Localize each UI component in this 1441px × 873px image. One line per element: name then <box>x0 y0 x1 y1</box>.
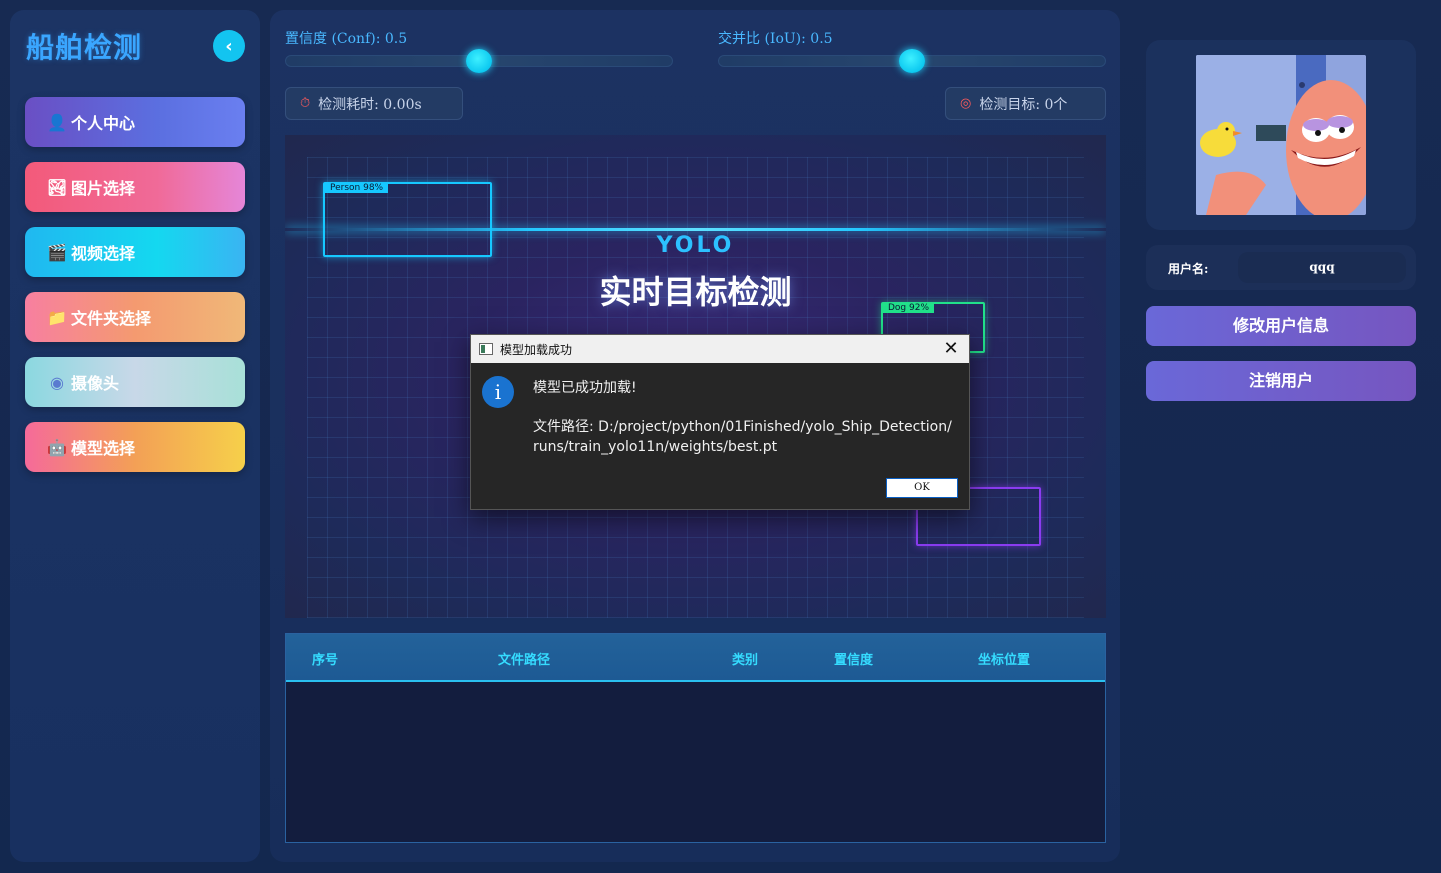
username-value: qqq <box>1238 252 1406 283</box>
image-icon: 🏞 <box>47 177 68 197</box>
nav-model-select-button[interactable]: 🤖 模型选择 <box>25 422 245 472</box>
dialog-titlebar: 模型加载成功 <box>471 335 969 363</box>
robot-icon: 🤖 <box>47 437 67 457</box>
detect-time-box: ⏱ 检测耗时: 0.00s <box>285 87 463 120</box>
folder-icon: 📁 <box>47 307 67 327</box>
iou-slider-thumb[interactable] <box>899 49 925 73</box>
file-path-line-1: 文件路径: D:/project/python/01Finished/yolo_… <box>533 419 952 435</box>
results-table: 序号 文件路径 类别 置信度 坐标位置 <box>285 633 1106 843</box>
nav-folder-select-button[interactable]: 📁 文件夹选择 <box>25 292 245 342</box>
conf-slider-thumb[interactable] <box>466 49 492 73</box>
dialog-title: 模型加载成功 <box>500 342 573 357</box>
nav-label: 个人中心 <box>71 114 136 133</box>
chevron-left-icon: ‹ <box>225 35 233 57</box>
detect-targets-text: 检测目标: 0个 <box>979 96 1068 113</box>
iou-label: 交并比 (IoU): 0.5 <box>718 31 833 47</box>
avatar-card <box>1146 40 1416 230</box>
dialog-message: 模型已成功加载! <box>533 380 637 396</box>
model-loaded-dialog: 模型加载成功 ✕ i 模型已成功加载! 文件路径: D:/project/pyt… <box>470 334 970 510</box>
app-window-icon <box>479 343 493 355</box>
table-header: 序号 文件路径 类别 置信度 坐标位置 <box>286 634 1105 682</box>
nav-label: 摄像头 <box>71 374 120 393</box>
nav-video-select-button[interactable]: 🎬 视频选择 <box>25 227 245 277</box>
column-header: 序号 <box>312 653 339 668</box>
nav-image-select-button[interactable]: 🏞 图片选择 <box>25 162 245 212</box>
edit-user-info-button[interactable]: 修改用户信息 <box>1146 306 1416 346</box>
logout-button[interactable]: 注销用户 <box>1146 361 1416 401</box>
column-header: 类别 <box>732 653 759 668</box>
dialog-file-path: 文件路径: D:/project/python/01Finished/yolo_… <box>533 417 953 457</box>
detection-box-person: Person 98% <box>323 182 492 257</box>
nav-label: 文件夹选择 <box>71 309 152 328</box>
avatar[interactable] <box>1196 55 1366 215</box>
nav-camera-button[interactable]: ◉ 摄像头 <box>25 357 245 407</box>
user-info-card: 用户名: qqq <box>1146 245 1416 290</box>
user-icon: 👤 <box>47 112 67 132</box>
ok-button[interactable]: OK <box>886 478 958 498</box>
username-label: 用户名: <box>1168 262 1209 276</box>
nav-personal-center-button[interactable]: 👤 个人中心 <box>25 97 245 147</box>
avatar-image <box>1196 55 1366 215</box>
file-path-line-2: runs/train_yolo11n/weights/best.pt <box>533 439 778 455</box>
stopwatch-icon: ⏱ <box>300 96 311 111</box>
target-icon: ◎ <box>960 96 972 111</box>
clapper-icon: 🎬 <box>47 242 67 262</box>
detect-time-text: 检测耗时: 0.00s <box>318 96 422 113</box>
nav-label: 模型选择 <box>71 439 136 458</box>
nav-label: 图片选择 <box>71 179 136 198</box>
collapse-sidebar-button[interactable]: ‹ <box>213 30 245 62</box>
app-title: 船舶检测 <box>26 31 143 64</box>
close-icon[interactable]: ✕ <box>941 338 961 359</box>
info-icon: i <box>482 376 514 408</box>
sidebar: 船舶检测 ‹ 👤 个人中心 🏞 图片选择 🎬 视频选择 📁 文件夹选择 ◉ 摄像… <box>10 10 260 862</box>
detect-targets-box: ◎ 检测目标: 0个 <box>945 87 1106 120</box>
column-header: 文件路径 <box>498 653 551 668</box>
nav-label: 视频选择 <box>71 244 136 263</box>
detection-label: Dog 92% <box>883 303 935 313</box>
column-header: 置信度 <box>834 653 874 668</box>
conf-label: 置信度 (Conf): 0.5 <box>285 31 408 47</box>
detection-label: Person 98% <box>325 183 389 193</box>
column-header: 坐标位置 <box>978 653 1031 668</box>
webcam-icon: ◉ <box>50 372 64 392</box>
